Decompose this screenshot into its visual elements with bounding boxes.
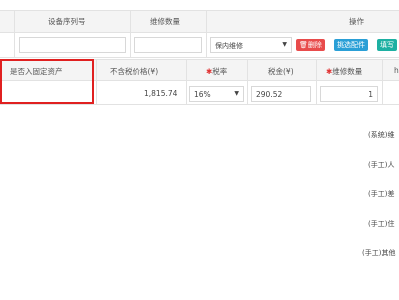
- quantity-input[interactable]: 1: [320, 86, 378, 102]
- header-tax-amount: 税金(¥): [268, 67, 294, 76]
- repair-type-value: 保内维修: [215, 42, 243, 50]
- pick-parts-button-label: 挑选配件: [337, 41, 365, 49]
- header-tax-rate-label: 税率: [212, 67, 228, 76]
- price-value: 1,815.74: [144, 89, 178, 98]
- side-label-manual-labor: (手工)人: [368, 161, 395, 169]
- tax-rate-value: 16%: [194, 90, 211, 99]
- fill-button[interactable]: 填写: [377, 39, 397, 51]
- header-quantity: ✱维修数量: [326, 66, 362, 77]
- delete-button[interactable]: 🗑删除: [296, 39, 325, 51]
- caret-down-icon: ▼: [282, 41, 287, 48]
- tax-amount-value: 290.52: [256, 90, 283, 99]
- side-label-system-repair: (系统)维: [368, 131, 395, 139]
- fill-button-label: 填写: [380, 41, 394, 49]
- delete-button-label: 删除: [307, 41, 322, 49]
- caret-down-icon: ▼: [234, 90, 239, 97]
- side-label-manual-travel: (手工)差: [368, 190, 395, 198]
- quantity-value: 1: [368, 90, 373, 99]
- header-tax-rate: ✱税率: [206, 66, 227, 77]
- repair-quantity-input[interactable]: [134, 37, 202, 53]
- header-serial-number: 设备序列号: [48, 17, 86, 26]
- side-label-manual-lodging: (手工)住: [368, 220, 395, 228]
- header-price-excl-tax: 不含税价格(¥): [110, 67, 159, 76]
- repair-type-select[interactable]: 保内维修 ▼: [210, 37, 292, 53]
- tax-rate-select[interactable]: 16% ▼: [189, 86, 244, 102]
- serial-number-input[interactable]: [19, 37, 126, 53]
- header-truncated: h: [394, 66, 399, 75]
- pick-parts-button[interactable]: 挑选配件: [334, 39, 368, 51]
- header-repair-quantity: 维修数量: [150, 17, 180, 26]
- header-quantity-label: 维修数量: [332, 67, 363, 76]
- highlight-annotation-box: [0, 59, 94, 104]
- trash-icon: 🗑: [299, 41, 308, 49]
- header-actions: 操作: [349, 17, 364, 26]
- side-label-manual-other: (手工)其他: [362, 249, 396, 257]
- tax-amount-input[interactable]: 290.52: [251, 86, 311, 102]
